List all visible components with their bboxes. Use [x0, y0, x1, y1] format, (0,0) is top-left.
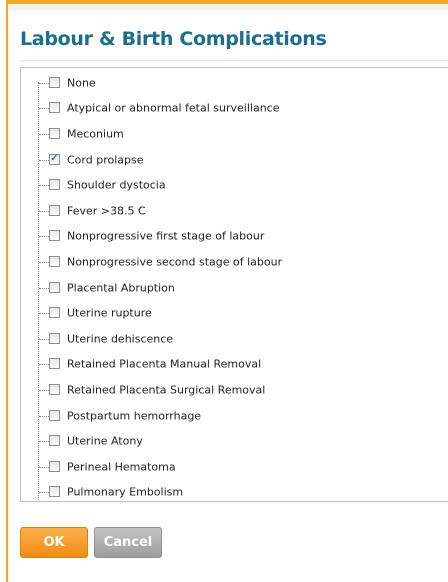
- checkbox-label[interactable]: Cord prolapse: [67, 153, 144, 166]
- checkbox-label[interactable]: Meconium: [67, 127, 124, 140]
- dialog-top-strip: [8, 4, 448, 10]
- checkbox-label[interactable]: Uterine dehiscence: [67, 332, 173, 345]
- checkbox-unchecked-icon[interactable]: [49, 358, 60, 370]
- checkbox-option[interactable]: Cord prolapse: [21, 147, 448, 173]
- checkbox-label[interactable]: Nonprogressive first stage of labour: [67, 230, 264, 243]
- checkbox-unchecked-icon[interactable]: [49, 102, 60, 114]
- checkbox-unchecked-icon[interactable]: [49, 307, 60, 319]
- checkbox-option[interactable]: Atypical or abnormal fetal surveillance: [21, 96, 448, 122]
- tree-connector: [39, 108, 49, 110]
- checkbox-option[interactable]: Nonprogressive first stage of labour: [21, 224, 448, 250]
- checkbox-unchecked-icon[interactable]: [49, 486, 60, 498]
- tree-connector: [39, 185, 49, 187]
- checkbox-label[interactable]: Uterine rupture: [67, 307, 152, 320]
- complications-dialog: Labour & Birth Complications None Atypica…: [6, 0, 448, 582]
- cancel-button[interactable]: Cancel: [94, 527, 162, 558]
- checkbox-option[interactable]: Retained Placenta Surgical Removal: [21, 377, 448, 403]
- tree-connector: [39, 313, 49, 315]
- checkbox-option[interactable]: Placental Abruption: [21, 275, 448, 301]
- checkbox-unchecked-icon[interactable]: [49, 179, 60, 191]
- checkbox-label[interactable]: None: [67, 76, 96, 89]
- checkbox-label[interactable]: Retained Placenta Surgical Removal: [67, 383, 265, 396]
- checkbox-label[interactable]: Postpartum hemorrhage: [67, 409, 201, 422]
- checkbox-label[interactable]: Shoulder dystocia: [67, 179, 166, 192]
- tree-connector: [39, 441, 49, 443]
- tree-connector: [39, 492, 49, 494]
- ok-button[interactable]: OK: [20, 527, 88, 558]
- checkbox-unchecked-icon[interactable]: [49, 460, 60, 472]
- checkbox-option[interactable]: Perineal Hematoma: [21, 454, 448, 480]
- checkbox-label[interactable]: Placental Abruption: [67, 281, 175, 294]
- checkbox-label[interactable]: Pulmonary Embolism: [67, 486, 183, 499]
- checkbox-option[interactable]: Retained Placenta Manual Removal: [21, 352, 448, 378]
- checkbox-unchecked-icon[interactable]: [49, 435, 60, 447]
- tree-connector: [39, 261, 49, 263]
- checkbox-unchecked-icon[interactable]: [49, 127, 60, 139]
- dialog-title: Labour & Birth Complications: [20, 28, 327, 50]
- tree-connector: [39, 466, 49, 468]
- tree-connector: [39, 82, 49, 84]
- checkbox-unchecked-icon[interactable]: [49, 332, 60, 344]
- tree-connector: [39, 133, 49, 135]
- checkbox-option[interactable]: Shoulder dystocia: [21, 172, 448, 198]
- checkbox-option[interactable]: None: [21, 70, 448, 96]
- checkbox-label[interactable]: Retained Placenta Manual Removal: [67, 358, 261, 371]
- tree-connector: [39, 364, 49, 366]
- checkbox-unchecked-icon[interactable]: [49, 76, 60, 88]
- checkbox-option[interactable]: Postpartum hemorrhage: [21, 403, 448, 429]
- checkbox-label[interactable]: Nonprogressive second stage of labour: [67, 255, 282, 268]
- checkbox-unchecked-icon[interactable]: [49, 204, 60, 216]
- checkbox-label[interactable]: Atypical or abnormal fetal surveillance: [67, 102, 280, 115]
- tree-connector: [39, 210, 49, 212]
- checkbox-label[interactable]: Perineal Hematoma: [67, 460, 176, 473]
- checkbox-label[interactable]: Fever >38.5 C: [67, 204, 146, 217]
- tree-connector: [39, 287, 49, 289]
- complications-checkbox-list: None Atypical or abnormal fetal surveilla…: [21, 70, 448, 502]
- checkbox-option[interactable]: Uterine dehiscence: [21, 326, 448, 352]
- checkbox-unchecked-icon[interactable]: [49, 255, 60, 267]
- tree-connector: [39, 236, 49, 238]
- checkbox-checked-icon[interactable]: [49, 153, 60, 165]
- checkbox-unchecked-icon[interactable]: [49, 230, 60, 242]
- checkbox-option[interactable]: Nonprogressive second stage of labour: [21, 249, 448, 275]
- checkbox-label[interactable]: Uterine Atony: [67, 435, 143, 448]
- complications-list-panel: None Atypical or abnormal fetal surveilla…: [20, 67, 448, 502]
- tree-connector: [39, 338, 49, 340]
- tree-connector: [39, 389, 49, 391]
- checkbox-option[interactable]: Meconium: [21, 121, 448, 147]
- checkbox-unchecked-icon[interactable]: [49, 281, 60, 293]
- tree-connector: [39, 415, 49, 417]
- tree-connector: [39, 159, 49, 161]
- checkbox-option[interactable]: Uterine rupture: [21, 300, 448, 326]
- checkbox-unchecked-icon[interactable]: [49, 409, 60, 421]
- title-divider: [20, 60, 448, 61]
- checkbox-option[interactable]: Uterine Atony: [21, 428, 448, 454]
- checkbox-option[interactable]: Pulmonary Embolism: [21, 480, 448, 502]
- checkbox-option[interactable]: Fever >38.5 C: [21, 198, 448, 224]
- checkbox-unchecked-icon[interactable]: [49, 383, 60, 395]
